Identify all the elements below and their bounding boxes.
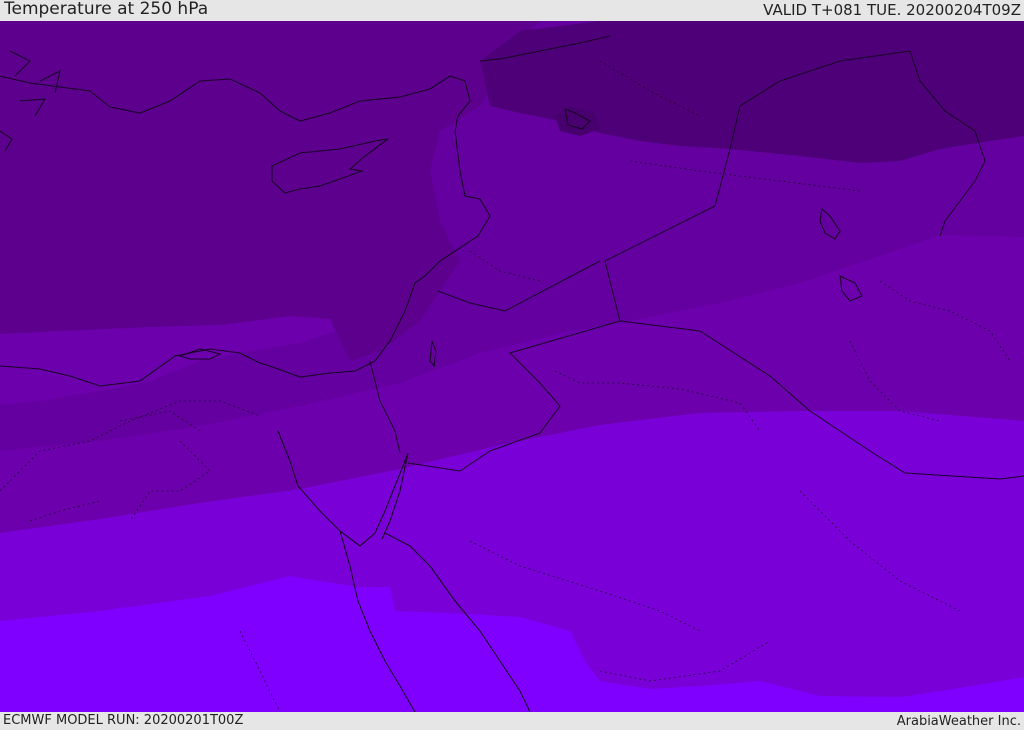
map-title: Temperature at 250 hPa (4, 0, 209, 19)
credit-label: ArabiaWeather Inc. (896, 714, 1021, 729)
header-bar: Temperature at 250 hPa VALID T+081 TUE. … (0, 0, 1024, 21)
footer-bar: ECMWF MODEL RUN: 20200201T00Z ArabiaWeat… (0, 712, 1024, 729)
model-run-label: ECMWF MODEL RUN: 20200201T00Z (3, 713, 244, 728)
valid-time-label: VALID T+081 TUE. 20200204T09Z (763, 1, 1021, 19)
map-panel[interactable] (0, 21, 1024, 712)
temperature-map[interactable] (0, 21, 1024, 712)
